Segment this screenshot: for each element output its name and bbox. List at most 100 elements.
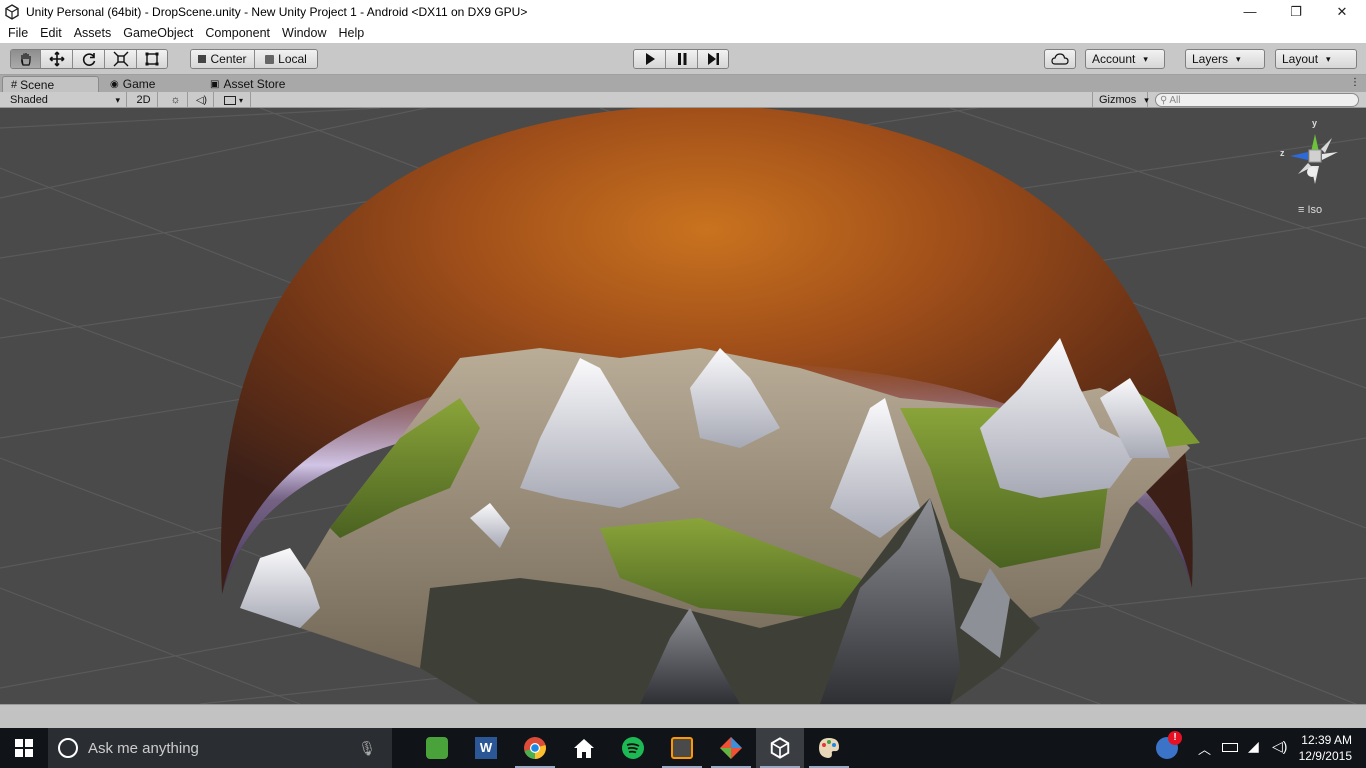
hand-tool-button[interactable] bbox=[11, 50, 41, 68]
account-dropdown[interactable]: Account bbox=[1085, 49, 1165, 69]
tab-game[interactable]: ◉ Game bbox=[102, 76, 200, 92]
step-button[interactable] bbox=[698, 50, 728, 68]
minimize-icon: — bbox=[1243, 4, 1257, 19]
scale-tool-button[interactable] bbox=[105, 50, 137, 68]
menu-bar: File Edit Assets GameObject Component Wi… bbox=[0, 23, 1366, 43]
gizmo-z-label: z bbox=[1280, 148, 1285, 158]
taskbar-word[interactable]: W bbox=[462, 728, 510, 768]
start-button[interactable] bbox=[0, 728, 48, 768]
menu-file[interactable]: File bbox=[2, 26, 34, 40]
minimize-button[interactable]: — bbox=[1227, 0, 1273, 23]
restore-icon: ❐ bbox=[1290, 3, 1302, 19]
scale-icon bbox=[113, 51, 128, 67]
effects-chevron-icon: ▾ bbox=[238, 95, 243, 105]
windows-taskbar: Ask me anything 🎙 W ! ︿ ◢ ◁) 12:39 AM 12… bbox=[0, 728, 1366, 768]
taskbar-spotify[interactable] bbox=[609, 728, 657, 768]
pause-icon bbox=[677, 53, 686, 65]
scene-render[interactable] bbox=[0, 108, 1366, 704]
snow-peak bbox=[240, 548, 320, 628]
gizmos-label: Gizmos bbox=[1099, 94, 1137, 106]
cortana-circle-icon bbox=[58, 738, 78, 758]
tray-expand-icon[interactable]: ︿ bbox=[1198, 739, 1211, 758]
git-diamond-icon bbox=[720, 737, 742, 759]
menu-gameobject[interactable]: GameObject bbox=[117, 26, 199, 40]
clock-time: 12:39 AM bbox=[1301, 733, 1352, 747]
close-icon: ✕ bbox=[1336, 3, 1348, 19]
menu-component[interactable]: Component bbox=[199, 26, 276, 40]
volume-icon[interactable]: ◁) bbox=[1272, 738, 1287, 755]
playback-controls bbox=[633, 49, 729, 69]
scene-view-toolbar: Shaded 2D ☼ ◁) ▾ Gizmos ⚲ All bbox=[0, 92, 1366, 108]
scene-grid-icon: # bbox=[11, 78, 18, 91]
image-icon bbox=[223, 95, 236, 105]
rotate-icon bbox=[82, 53, 95, 66]
maximize-button[interactable]: ❐ bbox=[1273, 0, 1319, 23]
taskbar-chrome[interactable] bbox=[511, 728, 559, 768]
account-label: Account bbox=[1092, 52, 1136, 66]
projection-label: Iso bbox=[1307, 204, 1323, 216]
main-toolbar: Center Local Account Layers Layout bbox=[0, 43, 1366, 75]
transform-tools bbox=[10, 49, 168, 69]
layout-label: Layout bbox=[1282, 52, 1319, 66]
pivot-center-toggle[interactable]: Center bbox=[191, 50, 255, 68]
windows-logo-icon bbox=[15, 739, 33, 757]
home-icon bbox=[574, 739, 594, 758]
tab-game-label: Game bbox=[122, 77, 156, 91]
scene-orientation-gizmo[interactable]: y z ≡ Iso bbox=[1280, 118, 1344, 216]
taskbar-sublime[interactable] bbox=[658, 728, 706, 768]
pivot-center-label: Center bbox=[210, 52, 247, 66]
tab-scene-label: Scene bbox=[20, 77, 55, 92]
close-button[interactable]: ✕ bbox=[1319, 0, 1365, 23]
search-icon: ⚲ bbox=[1160, 94, 1168, 106]
move-tool-button[interactable] bbox=[41, 50, 73, 68]
mode-2d-label: 2D bbox=[136, 94, 151, 106]
tab-options-icon[interactable]: ⋮ bbox=[1350, 77, 1360, 88]
shading-mode-dropdown[interactable]: Shaded bbox=[4, 92, 127, 108]
hand-icon bbox=[20, 53, 31, 66]
system-clock[interactable]: 12:39 AM 12/9/2015 bbox=[1299, 732, 1352, 764]
unity-logo-icon bbox=[5, 3, 19, 20]
projection-toggle[interactable]: ≡ Iso bbox=[1298, 204, 1322, 216]
status-bar bbox=[0, 704, 1366, 728]
menu-edit[interactable]: Edit bbox=[34, 26, 68, 40]
layout-dropdown[interactable]: Layout bbox=[1275, 49, 1357, 69]
menu-window[interactable]: Window bbox=[276, 26, 332, 40]
wifi-icon[interactable]: ◢ bbox=[1248, 738, 1259, 755]
unity-taskbar-icon bbox=[770, 737, 790, 759]
pivot-local-toggle[interactable]: Local bbox=[255, 50, 317, 68]
layers-dropdown[interactable]: Layers bbox=[1185, 49, 1265, 69]
play-button[interactable] bbox=[634, 50, 666, 68]
pause-button[interactable] bbox=[666, 50, 698, 68]
taskbar-unity[interactable] bbox=[756, 728, 804, 768]
taskbar-paint[interactable] bbox=[805, 728, 853, 768]
store-bag-icon: ▣ bbox=[210, 78, 220, 90]
scene-viewport[interactable]: y z ≡ Iso bbox=[0, 108, 1366, 704]
layers-label: Layers bbox=[1192, 52, 1229, 66]
taskbar-evernote[interactable] bbox=[413, 728, 461, 768]
sublime-icon bbox=[671, 737, 693, 759]
cloud-button[interactable] bbox=[1044, 49, 1076, 69]
menu-assets[interactable]: Assets bbox=[68, 26, 118, 40]
rect-tool-button[interactable] bbox=[137, 50, 167, 68]
audio-toggle[interactable]: ◁) bbox=[190, 92, 214, 108]
microphone-icon[interactable]: 🎙 bbox=[358, 740, 376, 757]
speaker-icon: ◁) bbox=[195, 94, 208, 106]
rotate-tool-button[interactable] bbox=[73, 50, 105, 68]
toggle-2d-button[interactable]: 2D bbox=[130, 92, 158, 108]
cloud-icon bbox=[1051, 53, 1069, 65]
gizmos-dropdown[interactable]: Gizmos bbox=[1092, 92, 1148, 108]
tray-defender-icon[interactable]: ! bbox=[1156, 731, 1182, 759]
effects-dropdown[interactable]: ▾ bbox=[217, 92, 251, 108]
palette-icon bbox=[819, 738, 839, 758]
tab-asset-store[interactable]: ▣ Asset Store bbox=[202, 76, 312, 92]
taskbar-sourcetree[interactable] bbox=[707, 728, 755, 768]
cortana-search-box[interactable]: Ask me anything 🎙 bbox=[48, 728, 392, 768]
lighting-toggle[interactable]: ☼ bbox=[164, 92, 188, 108]
taskbar-home[interactable] bbox=[560, 728, 608, 768]
pivot-local-label: Local bbox=[278, 52, 307, 66]
hierarchy-search-input[interactable]: ⚲ All bbox=[1155, 93, 1359, 107]
game-controller-icon: ◉ bbox=[110, 78, 119, 90]
tab-scene[interactable]: # Scene bbox=[2, 76, 99, 92]
battery-icon[interactable] bbox=[1222, 743, 1238, 752]
menu-help[interactable]: Help bbox=[332, 26, 370, 40]
